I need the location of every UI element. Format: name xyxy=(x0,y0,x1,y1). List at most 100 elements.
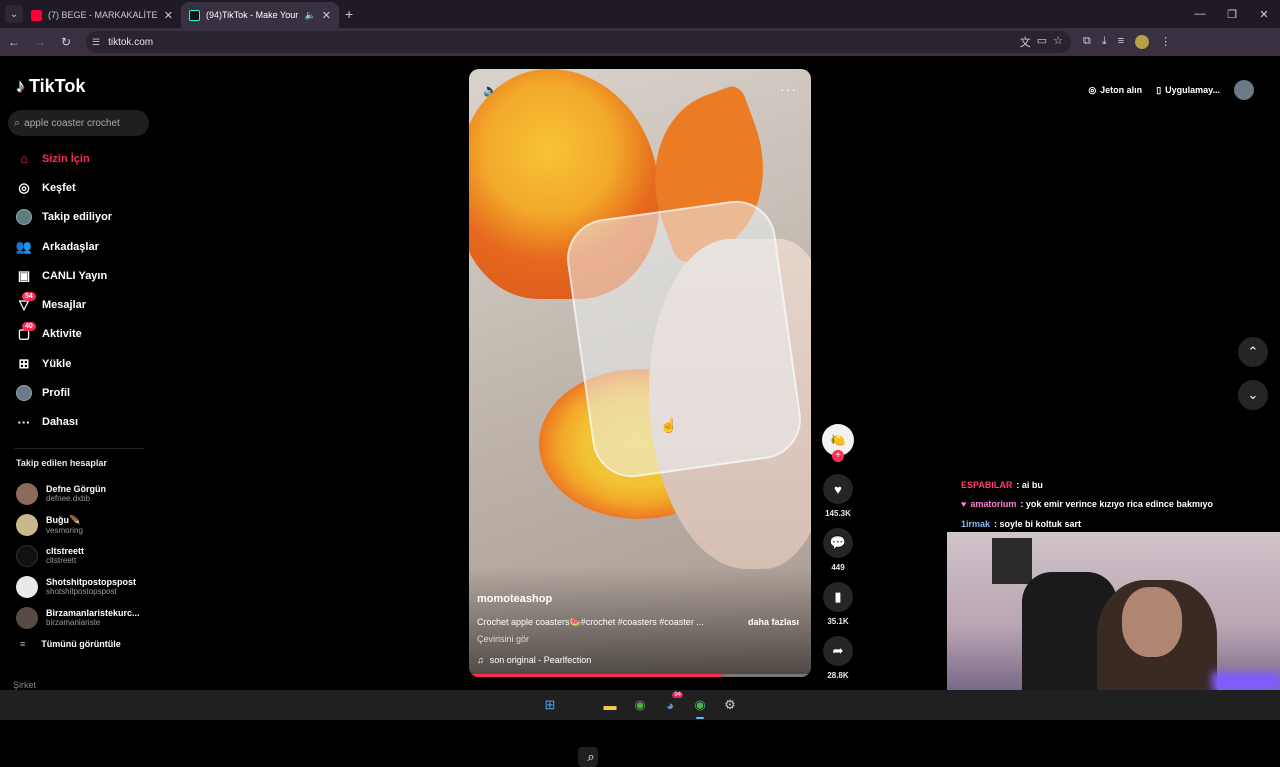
previous-video-button[interactable]: ⌃ xyxy=(1238,337,1268,367)
sound-link[interactable]: ♫ son original - Pearlfection xyxy=(477,655,591,665)
like-action[interactable]: ♥ 145.3K xyxy=(822,474,854,518)
browser-menu-icon[interactable]: ⋮ xyxy=(1160,35,1171,49)
translate-icon[interactable]: 文 xyxy=(1020,34,1031,50)
user-avatar[interactable] xyxy=(1234,80,1254,100)
sound-label: son original - Pearlfection xyxy=(489,655,592,665)
following-account[interactable]: cltstreett cltstreett xyxy=(16,540,156,571)
video-player[interactable]: 🔈 ··· momoteashop Crochet apple coasters… xyxy=(469,69,811,677)
follow-plus-icon[interactable]: + xyxy=(832,450,844,462)
site-info-icon[interactable]: ☰ xyxy=(92,37,100,48)
sidebar-item-following[interactable]: Takip ediliyor xyxy=(0,203,160,232)
discord-icon[interactable]: ◕ 94 xyxy=(660,692,683,715)
bookmark-star-icon[interactable]: ☆ xyxy=(1053,34,1063,50)
search-icon[interactable]: ⌕ xyxy=(14,117,20,130)
volume-icon[interactable]: 🔈 xyxy=(483,83,498,97)
windows-start-icon[interactable]: ⊞ xyxy=(540,695,560,715)
chat-username: amatorium xyxy=(970,499,1017,510)
sidebar-item-label: Profil xyxy=(42,387,71,400)
chat-message: ♥ amatorium : yok emir verince kızıyo ri… xyxy=(955,495,1275,515)
chrome-active-icon[interactable]: ◉ xyxy=(690,695,710,719)
bookmark-icon[interactable]: ▮ xyxy=(823,582,853,612)
live-icon: ▣ xyxy=(17,267,31,283)
tiktok-favicon-icon xyxy=(189,9,200,21)
sidebar-item-activity[interactable]: ▢ 40 Aktivite xyxy=(0,320,160,349)
sidebar-divider xyxy=(14,448,144,449)
following-account[interactable]: Shotshitpostopspost shotshitpostopspost xyxy=(16,571,156,602)
next-video-button[interactable]: ⌄ xyxy=(1238,380,1268,410)
tiktok-logo[interactable]: ♪ TikTok xyxy=(16,76,85,97)
comment-action[interactable]: 💬 449 xyxy=(822,528,854,572)
following-account[interactable]: Buğu🪶 vesmoring xyxy=(16,509,156,540)
sidebar-item-label: Aktivite xyxy=(42,328,82,341)
get-app-button[interactable]: ▯ Uygulamay... xyxy=(1156,85,1220,96)
heart-icon[interactable]: ♥ xyxy=(823,474,853,504)
speaker-icon[interactable]: 🔈 xyxy=(305,10,316,21)
see-translation-link[interactable]: Çevirisini gör xyxy=(477,634,529,644)
sidebar: ♪ TikTok ⌕ ⌂ Sizin İçin ◎ Keşfet Takip e… xyxy=(0,58,160,690)
company-link[interactable]: Şirket xyxy=(13,680,36,690)
reload-icon[interactable]: ↻ xyxy=(54,30,78,54)
video-more-icon[interactable]: ··· xyxy=(780,81,797,97)
close-window-icon[interactable]: ✕ xyxy=(1248,0,1280,28)
account-username: defnee.dxbb xyxy=(46,494,91,503)
extensions-icon[interactable]: ⧉ xyxy=(1083,35,1091,49)
browser-tab-tiktok[interactable]: (94)TikTok - Make Your Day 🔈 ✕ xyxy=(181,2,339,28)
following-account[interactable]: Birzamanlaristekurc... birzamanlariste xyxy=(16,602,156,633)
share-count: 28.8K xyxy=(827,671,849,680)
share-icon[interactable]: ➦ xyxy=(823,636,853,666)
taskbar-search-icon[interactable]: ⌕ xyxy=(578,747,598,767)
comment-icon[interactable]: 💬 xyxy=(823,528,853,558)
video-progress-bar[interactable] xyxy=(469,674,811,677)
sidebar-item-explore[interactable]: ◎ Keşfet xyxy=(0,173,160,202)
sidebar-item-for-you[interactable]: ⌂ Sizin İçin xyxy=(0,144,160,173)
chat-username: ESPABILAR xyxy=(961,479,1013,490)
tab-title: (7) BEGE - MARKAKALİTE - YouT xyxy=(48,10,158,20)
chevron-up-icon: ⌃ xyxy=(1247,344,1259,359)
messages-badge: 54 xyxy=(22,292,36,302)
sidebar-item-profile[interactable]: Profil xyxy=(0,378,160,407)
get-coins-label: Jeton alın xyxy=(1100,85,1143,95)
sidebar-item-friends[interactable]: 👥 Arkadaşlar xyxy=(0,232,160,261)
sidebar-item-upload[interactable]: ⊞ Yükle xyxy=(0,349,160,378)
close-tab-icon[interactable]: ✕ xyxy=(164,9,173,22)
save-count: 35.1K xyxy=(827,617,849,626)
url-field[interactable]: ☰ tiktok.com 文 ▭ ☆ xyxy=(86,31,1071,53)
search-input[interactable] xyxy=(24,117,135,129)
account-name: Shotshitpostopspost xyxy=(46,577,136,587)
get-coins-button[interactable]: ◎ Jeton alın xyxy=(1088,85,1142,96)
close-tab-icon[interactable]: ✕ xyxy=(322,9,331,22)
sidebar-item-messages[interactable]: ▽ 54 Mesajlar xyxy=(0,290,160,319)
save-action[interactable]: ▮ 35.1K xyxy=(822,582,854,626)
cast-icon[interactable]: ▭ xyxy=(1037,34,1047,50)
browser-tab-youtube[interactable]: (7) BEGE - MARKAKALİTE - YouT ✕ xyxy=(23,2,181,28)
minimize-icon[interactable]: — xyxy=(1184,0,1216,28)
new-tab-icon[interactable]: + xyxy=(345,6,353,22)
extension-avatar-icon[interactable] xyxy=(1135,35,1150,49)
settings-icon[interactable]: ⚙ xyxy=(720,695,740,715)
tab-title: (94)TikTok - Make Your Day xyxy=(206,10,299,20)
download-icon[interactable]: ⤓ xyxy=(1102,35,1107,49)
share-action[interactable]: ➦ 28.8K xyxy=(822,636,854,680)
account-username: cltstreett xyxy=(46,556,77,565)
video-author[interactable]: momoteashop xyxy=(477,593,552,605)
account-name: Buğu🪶 xyxy=(46,514,81,525)
account-name: Defne Görgün xyxy=(46,484,106,494)
file-explorer-icon[interactable]: ▬ xyxy=(600,695,620,715)
chrome-icon[interactable]: ◉ xyxy=(630,695,650,715)
account-username: vesmoring xyxy=(46,525,83,535)
list-icon: ≡ xyxy=(20,639,26,649)
sidebar-item-live[interactable]: ▣ CANLI Yayın xyxy=(0,261,160,290)
media-queue-icon[interactable]: ≡ xyxy=(1118,35,1124,49)
caption-more-link[interactable]: daha fazlası xyxy=(748,617,799,627)
see-all-link[interactable]: ≡ Tümünü görüntüle xyxy=(20,639,121,649)
tab-search-dropdown-icon[interactable]: ⌄ xyxy=(5,5,23,23)
restore-icon[interactable]: ❐ xyxy=(1216,0,1248,28)
sidebar-item-more[interactable]: ··· Dahası xyxy=(0,408,160,437)
account-name: Birzamanlaristekurc... xyxy=(46,608,140,618)
search-box[interactable]: ⌕ xyxy=(8,110,149,136)
forward-icon[interactable]: → xyxy=(28,30,52,54)
music-note-icon: ♫ xyxy=(477,655,484,665)
creator-avatar[interactable]: 🍋 + xyxy=(822,424,854,462)
following-account[interactable]: Defne Görgün defnee.dxbb xyxy=(16,478,156,509)
back-icon[interactable]: ← xyxy=(2,30,26,54)
